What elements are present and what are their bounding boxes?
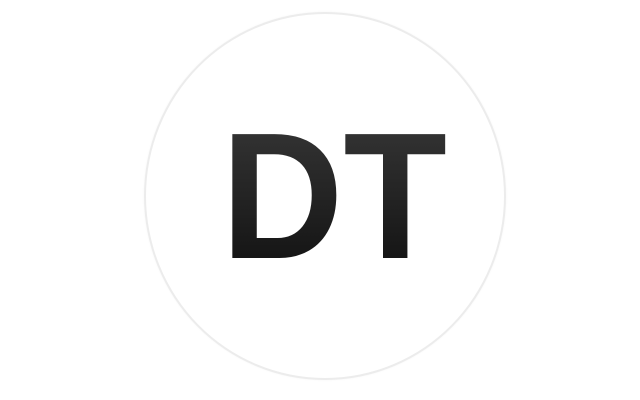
- logo-initials: DT: [221, 96, 447, 297]
- app-icon-canvas: DT: [0, 0, 640, 400]
- logo-initials-text: DT: [221, 96, 447, 297]
